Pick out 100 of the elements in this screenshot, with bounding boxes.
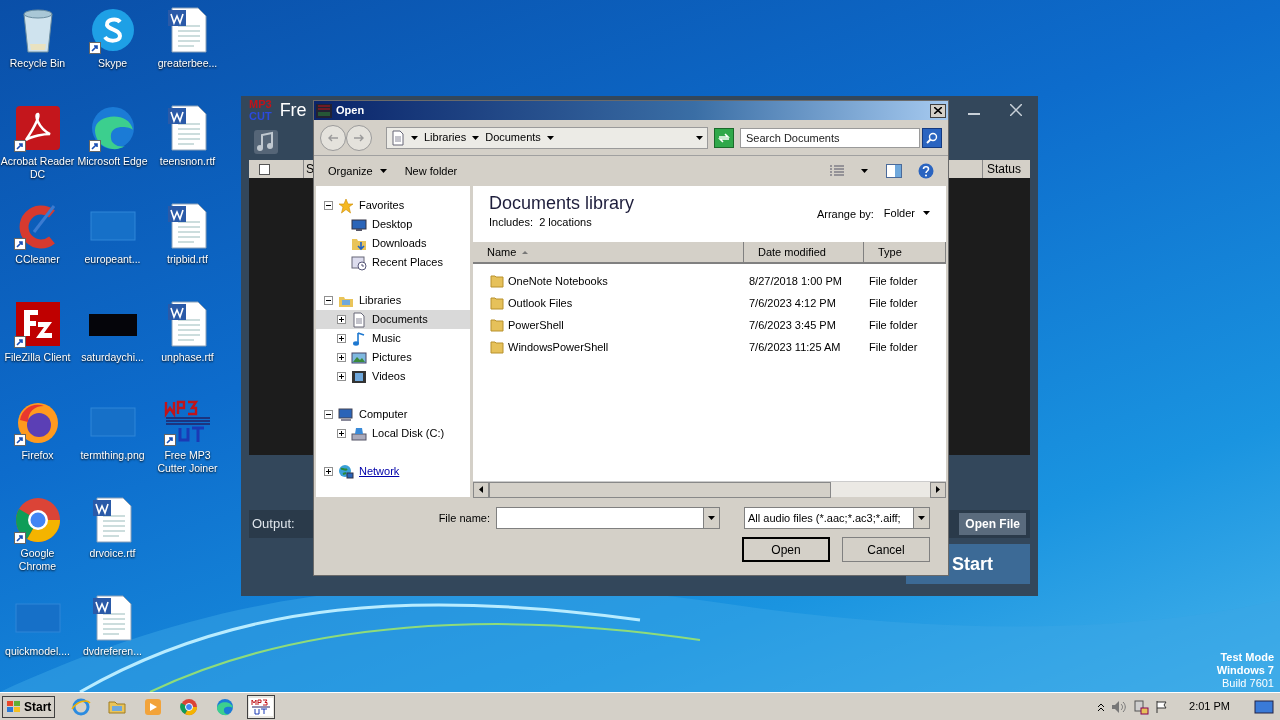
collapse-toggle[interactable]: [324, 410, 333, 419]
folder-icon: [490, 296, 504, 310]
nav-item[interactable]: Pictures: [316, 348, 470, 367]
pdf-reader-icon: [13, 104, 62, 152]
scrollbar-thumb[interactable]: [489, 481, 831, 498]
nav-item[interactable]: Downloads: [316, 234, 470, 253]
desktop-shortcut[interactable]: termthing.png: [75, 398, 150, 496]
folder-icon: [490, 318, 504, 332]
address-bar[interactable]: Libraries Documents: [386, 126, 708, 149]
expand-toggle[interactable]: [337, 315, 346, 324]
column-header[interactable]: Type: [864, 242, 946, 262]
desktop-shortcut[interactable]: europeant...: [75, 202, 150, 300]
nav-label: Music: [372, 331, 401, 347]
taskbar-app-button[interactable]: [247, 694, 276, 719]
nav-item[interactable]: Videos: [316, 367, 470, 386]
breadcrumb-item[interactable]: Libraries: [424, 129, 467, 146]
expand-toggle[interactable]: [324, 467, 333, 476]
open-button[interactable]: Open: [742, 537, 830, 562]
desktop-shortcut[interactable]: Google Chrome: [0, 496, 75, 594]
search-button[interactable]: [922, 127, 942, 148]
file-name-field[interactable]: [496, 507, 720, 529]
close-icon: [934, 107, 942, 114]
desktop-shortcut[interactable]: greaterbee...: [150, 6, 225, 104]
desktop-icon-label: teensnon.rtf: [158, 155, 217, 168]
new-folder-button[interactable]: New folder: [398, 160, 464, 182]
nav-item[interactable]: Computer: [316, 405, 470, 424]
expand-toggle[interactable]: [337, 429, 346, 438]
search-field[interactable]: Search Documents: [740, 127, 920, 148]
nav-item[interactable]: Network: [316, 462, 470, 481]
nav-label: Videos: [372, 369, 406, 385]
desktop-icon-label: greaterbee...: [156, 57, 219, 70]
nav-label: Recent Places: [372, 255, 443, 271]
picture-icon: [351, 349, 367, 366]
breadcrumb-item[interactable]: Documents: [485, 129, 541, 146]
show-desktop-icon[interactable]: [1254, 699, 1274, 714]
horizontal-scrollbar[interactable]: [473, 481, 946, 497]
select-all-checkbox[interactable]: [259, 163, 270, 175]
open-file-button[interactable]: Open File: [959, 513, 1026, 535]
desktop-shortcut[interactable]: Free MP3 Cutter Joiner: [150, 398, 225, 496]
nav-link[interactable]: Network: [359, 463, 400, 480]
breadcrumb-caret-icon: [411, 135, 418, 140]
desktop-shortcut[interactable]: teensnon.rtf: [150, 104, 225, 202]
collapse-toggle[interactable]: [324, 201, 333, 210]
file-name: PowerShell: [508, 317, 564, 333]
nav-item[interactable]: Favorites: [316, 196, 470, 215]
organize-button[interactable]: Organize: [322, 160, 393, 182]
document-icon: [351, 311, 367, 328]
nav-item[interactable]: Desktop: [316, 215, 470, 234]
column-header[interactable]: Name: [473, 242, 744, 262]
close-button[interactable]: [930, 103, 946, 118]
file-type-dropdown[interactable]: All audio files (*.aac;*.ac3;*.aiff;: [744, 507, 930, 529]
close-icon[interactable]: [1010, 104, 1022, 116]
nav-item[interactable]: Documents: [316, 310, 470, 329]
desktop-shortcut[interactable]: quickmodel....: [0, 594, 75, 692]
desktop-shortcut[interactable]: FileZilla Client: [0, 300, 75, 398]
expand-toggle[interactable]: [337, 334, 346, 343]
show-hidden-icons-icon[interactable]: [1097, 701, 1106, 712]
breadcrumb-caret-icon: [546, 135, 554, 140]
desktop-shortcut[interactable]: Acrobat Reader DC: [0, 104, 75, 202]
desktop-shortcut[interactable]: Microsoft Edge: [75, 104, 150, 202]
column-header[interactable]: Date modified: [744, 242, 864, 262]
start-menu-button[interactable]: Start: [2, 695, 56, 718]
arrange-by-dropdown[interactable]: Folder: [883, 206, 930, 220]
refresh-button[interactable]: [714, 127, 734, 148]
help-icon[interactable]: [918, 163, 934, 179]
star-icon: [338, 197, 354, 214]
nav-item[interactable]: Music: [316, 329, 470, 348]
flag-icon[interactable]: [1155, 699, 1170, 714]
preview-pane-icon[interactable]: [886, 164, 902, 178]
nav-label: Computer: [359, 407, 408, 423]
file-type: File folder: [868, 317, 918, 333]
nav-label: Downloads: [372, 236, 427, 252]
expand-toggle[interactable]: [337, 353, 346, 362]
music-note-icon[interactable]: [253, 129, 279, 155]
file-name-label: File name:: [438, 510, 490, 526]
collapse-toggle[interactable]: [324, 296, 333, 305]
file-row[interactable]: OneNote Notebooks 8/27/2018 1:00 PM File folder: [473, 270, 946, 292]
network-icon[interactable]: [1133, 698, 1150, 715]
dropdown-caret-icon: [918, 516, 925, 520]
file-row[interactable]: WindowsPowerShell 7/6/2023 11:25 AM File folder: [473, 336, 946, 358]
desktop-shortcut[interactable]: Firefox: [0, 398, 75, 496]
file-row[interactable]: Outlook Files 7/6/2023 4:12 PM File folder: [473, 292, 946, 314]
desktop-shortcut[interactable]: unphase.rtf: [150, 300, 225, 398]
desktop-shortcut[interactable]: Skype: [75, 6, 150, 104]
cancel-button[interactable]: Cancel: [842, 537, 930, 562]
caret-icon: [923, 211, 930, 215]
nav-item[interactable]: Local Disk (C:): [316, 424, 470, 443]
desktop-shortcut[interactable]: Recycle Bin: [0, 6, 75, 104]
desktop-shortcut[interactable]: drvoice.rtf: [75, 496, 150, 594]
nav-item[interactable]: Recent Places: [316, 253, 470, 272]
file-row[interactable]: PowerShell 7/6/2023 3:45 PM File folder: [473, 314, 946, 336]
desktop-shortcut[interactable]: CCleaner: [0, 202, 75, 300]
clock[interactable]: 2:01 PM: [1189, 698, 1230, 715]
expand-toggle[interactable]: [337, 372, 346, 381]
speaker-icon[interactable]: [1111, 699, 1128, 714]
desktop-shortcut[interactable]: tripbid.rtf: [150, 202, 225, 300]
nav-item[interactable]: Libraries: [316, 291, 470, 310]
desktop-shortcut[interactable]: saturdaychi...: [75, 300, 150, 398]
arrange-by-label: Arrange by:: [816, 207, 874, 222]
file-name: OneNote Notebooks: [508, 273, 608, 289]
